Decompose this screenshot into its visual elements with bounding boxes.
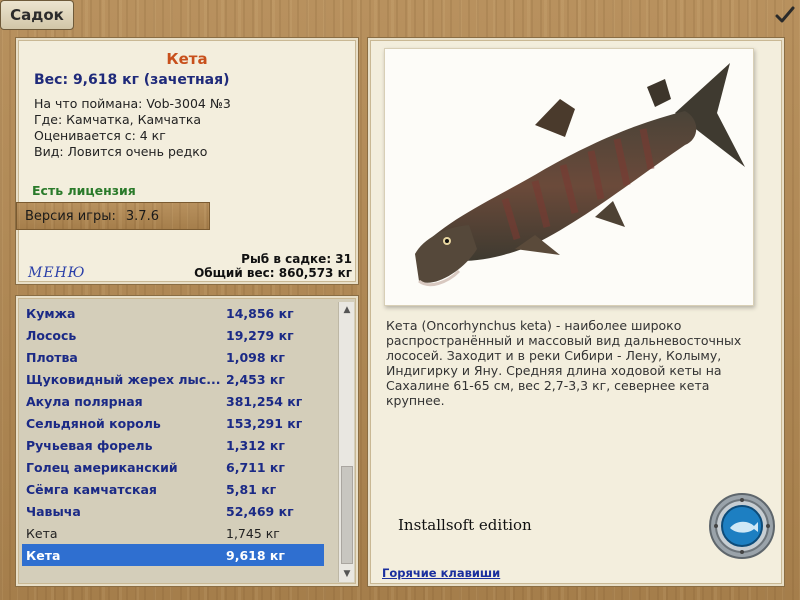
info-bait: На что поймана: Vob-3004 №3 [34,96,231,111]
catch-row-weight: 9,618 кг [226,547,285,563]
scroll-down-icon[interactable]: ▼ [339,566,355,582]
scroll-up-icon[interactable]: ▲ [339,302,355,318]
fish-description: Кета (Oncorhynchus keta) - наиболее широ… [386,318,742,408]
catch-row-weight: 2,453 кг [226,371,285,387]
catch-row[interactable]: Акула полярная 381,254 кг [22,390,324,412]
fish-count: Рыб в садке: 31 [241,252,352,266]
catch-row-name: Плотва [26,349,78,365]
window-title: Садок [0,0,74,30]
catch-row-weight: 1,312 кг [226,437,285,453]
license-status: Есть лицензия [32,183,136,198]
catch-row-name: Лосось [26,327,77,343]
catch-row-name: Голец американский [26,459,178,475]
info-rarity: Вид: Ловится очень редко [34,144,208,159]
edition-watermark: Installsoft edition [398,516,532,534]
catch-row-name: Кета [26,547,61,563]
menu-button[interactable]: МЕНЮ [28,265,85,281]
catch-row-name: Ручьевая форель [26,437,153,453]
catch-row-weight: 381,254 кг [226,393,303,409]
catch-row[interactable]: Чавыча 52,469 кг [22,500,324,522]
catch-row[interactable]: Кумжа 14,856 кг [22,302,324,324]
catch-row[interactable]: Ручьевая форель 1,312 кг [22,434,324,456]
catch-list-panel: Кумжа 14,856 кг Лосось 19,279 кг Плотва 1,098… [16,296,358,586]
catch-row-weight: 19,279 кг [226,327,294,343]
catch-row[interactable]: Голец американский 6,711 кг [22,456,324,478]
catch-row-name: Сёмга камчатская [26,481,157,497]
fish-image [384,48,754,306]
catch-list: Кумжа 14,856 кг Лосось 19,279 кг Плотва 1,098… [22,302,324,566]
catch-row-name: Щуковидный жерех лыс... [26,371,221,387]
catch-row-weight: 153,291 кг [226,415,303,431]
catch-row-name: Чавыча [26,503,81,519]
catch-row-weight: 5,81 кг [226,481,277,497]
fish-description-panel: Кета (Oncorhynchus keta) - наиболее широ… [368,38,784,586]
catch-row[interactable]: Кета 9,618 кг [22,544,324,566]
fish-weight: Вес: 9,618 кг (зачетная) [34,72,230,88]
total-weight: Общий вес: 860,573 кг [194,266,352,280]
catch-row-weight: 1,745 кг [226,525,280,541]
catch-row-name: Кумжа [26,305,76,321]
catch-row[interactable]: Сельдяной король 153,291 кг [22,412,324,434]
catch-row[interactable]: Лосось 19,279 кг [22,324,324,346]
scroll-thumb[interactable] [341,466,353,564]
catch-row[interactable]: Щуковидный жерех лыс... 2,453 кг [22,368,324,390]
catch-row[interactable]: Сёмга камчатская 5,81 кг [22,478,324,500]
version-label: Версия игры: [25,208,116,224]
fish-name: Кета [166,50,208,68]
catch-row-weight: 6,711 кг [226,459,285,475]
version-value: 3.7.6 [125,208,159,224]
porthole-fish-icon[interactable] [708,492,776,560]
hotkeys-link[interactable]: Горячие клавиши [382,566,500,580]
fish-info-panel: Кета Вес: 9,618 кг (зачетная) На что пой… [16,38,358,284]
catch-row-weight: 1,098 кг [226,349,285,365]
catch-row-weight: 52,469 кг [226,503,294,519]
catch-row-weight: 14,856 кг [226,305,294,321]
info-min-weight: Оценивается с: 4 кг [34,128,166,143]
catch-row-name: Акула полярная [26,393,143,409]
info-location: Где: Камчатка, Камчатка [34,112,202,127]
catch-row[interactable]: Кета 1,745 кг [22,522,324,544]
list-scrollbar[interactable]: ▲ ▼ [338,302,354,582]
game-version-bar: Версия игры: 3.7.6 [16,202,210,230]
catch-row-name: Сельдяной король [26,415,161,431]
catch-row-name: Кета [26,525,58,541]
catch-row[interactable]: Плотва 1,098 кг [22,346,324,368]
checkmark-icon[interactable] [774,4,796,26]
